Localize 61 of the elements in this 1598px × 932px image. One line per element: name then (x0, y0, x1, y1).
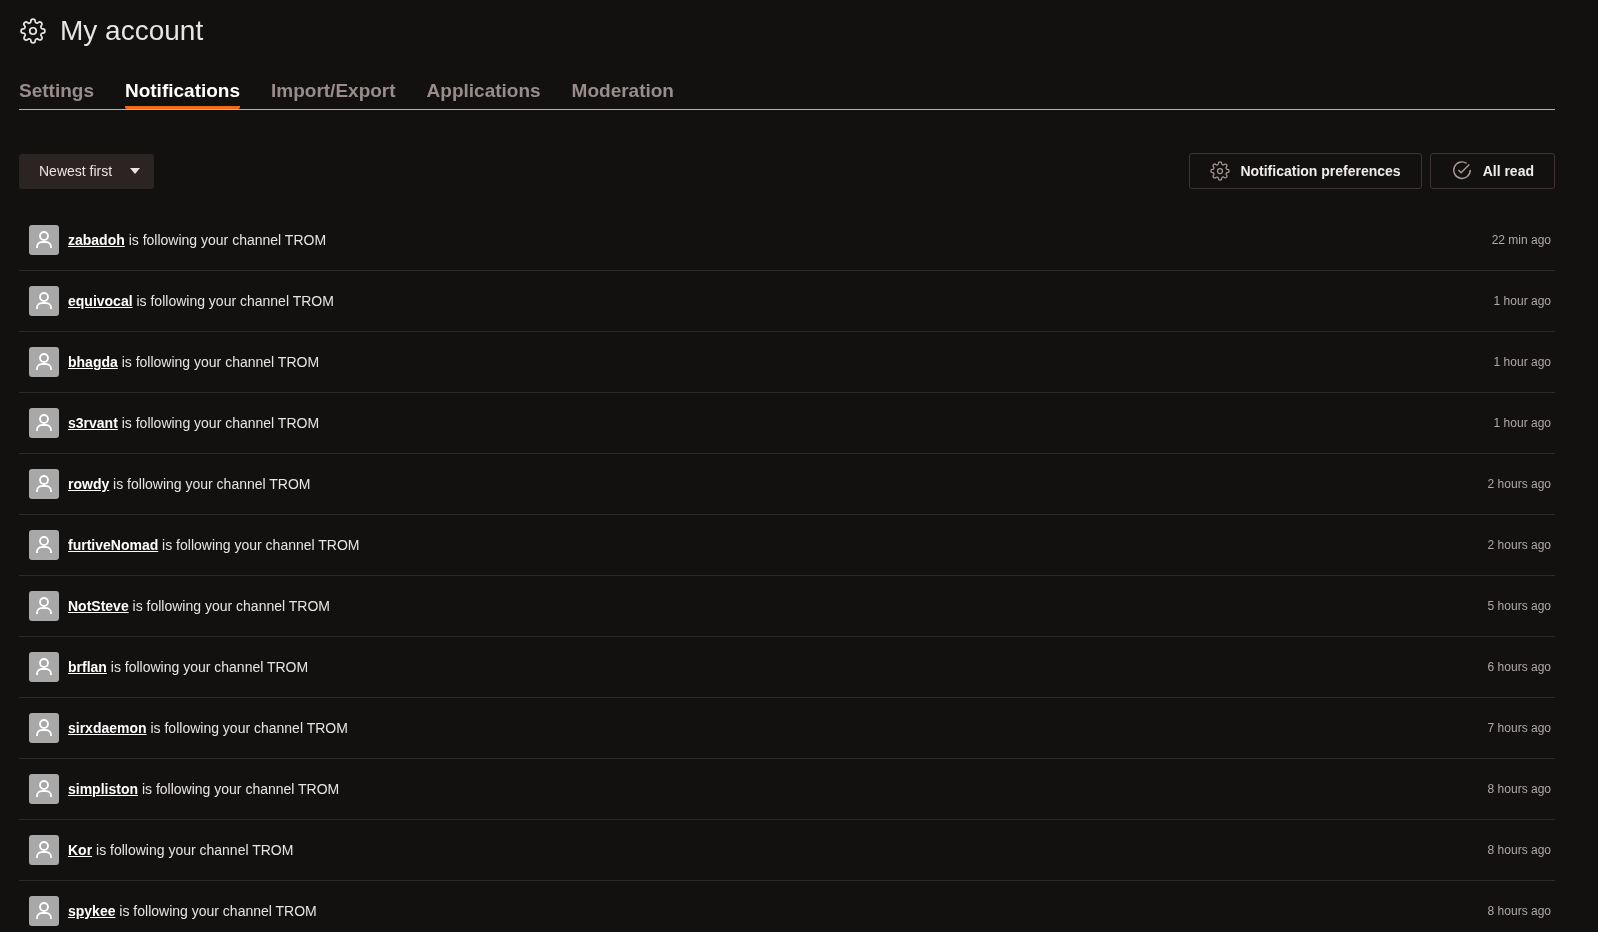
username-link[interactable]: brflan (68, 659, 107, 675)
timestamp: 8 hours ago (1487, 782, 1551, 796)
notification-text: furtiveNomad is following your channel TROM (68, 537, 361, 553)
settings-icon (20, 18, 46, 44)
notification-preferences-button[interactable]: Notification preferences (1189, 153, 1422, 189)
username-link[interactable]: s3rvant (68, 415, 118, 431)
avatar-icon (29, 469, 59, 499)
notification-text: sirxdaemon is following your channel TROM (68, 720, 349, 736)
username-link[interactable]: furtiveNomad (68, 537, 159, 553)
username-link[interactable]: spykee (68, 903, 116, 919)
username-link[interactable]: NotSteve (68, 598, 129, 614)
avatar-icon (29, 286, 59, 316)
settings-icon (1210, 161, 1231, 181)
notification-text: brflan is following your channel TROM (68, 659, 310, 675)
timestamp: 1 hour ago (1493, 416, 1551, 430)
tab[interactable]: Applications (426, 76, 541, 109)
avatar-icon (29, 530, 59, 560)
notification-text: equivocal is following your channel TROM (68, 293, 335, 309)
notification-text: rowdy is following your channel TROM (68, 476, 312, 492)
caret-icon (130, 168, 141, 174)
timestamp: 2 hours ago (1487, 477, 1551, 491)
timestamp: 6 hours ago (1487, 660, 1551, 674)
timestamp: 8 hours ago (1487, 843, 1551, 857)
avatar-icon (29, 225, 59, 255)
timestamp: 1 hour ago (1493, 294, 1551, 308)
timestamp: 8 hours ago (1487, 904, 1551, 918)
avatar-icon (29, 408, 59, 438)
notification-text: s3rvant is following your channel TROM (68, 415, 321, 431)
tab[interactable]: Import/Export (271, 76, 396, 109)
username-link[interactable]: bhagda (68, 354, 118, 370)
notification-text: spykee is following your channel TROM (68, 903, 318, 919)
avatar-icon (29, 713, 59, 743)
notification-text: zabadoh is following your channel TROM (68, 232, 328, 248)
username-link[interactable]: zabadoh (68, 232, 125, 248)
notification-text: simpliston is following your channel TROM (68, 781, 341, 797)
username-link[interactable]: Kor (68, 842, 93, 858)
username-link[interactable]: equivocal (68, 293, 133, 309)
tab[interactable]: Moderation (571, 76, 674, 109)
tab[interactable]: Notifications (124, 76, 240, 109)
notification-text: bhagda is following your channel TROM (68, 354, 321, 370)
avatar-icon (29, 652, 59, 682)
username-link[interactable]: rowdy (68, 476, 110, 492)
username-link[interactable]: simpliston (68, 781, 138, 797)
avatar-icon (29, 835, 59, 865)
notification-text: NotSteve is following your channel TROM (68, 598, 331, 614)
avatar-icon (29, 347, 59, 377)
sort-dropdown[interactable]: Newest first (19, 153, 155, 189)
timestamp: 2 hours ago (1487, 538, 1551, 552)
check-circle-icon (1450, 160, 1473, 182)
avatar-icon (29, 774, 59, 804)
timestamp: 22 min ago (1491, 233, 1551, 247)
all-read-button[interactable]: All read (1429, 153, 1555, 189)
tab[interactable]: Settings (19, 76, 94, 109)
timestamp: 5 hours ago (1487, 599, 1551, 613)
notification-text: Kor is following your channel TROM (68, 842, 295, 858)
avatar-icon (29, 591, 59, 621)
avatar-icon (29, 896, 59, 926)
username-link[interactable]: sirxdaemon (68, 720, 147, 736)
page-title: My account (60, 15, 204, 47)
timestamp: 1 hour ago (1493, 355, 1551, 369)
timestamp: 7 hours ago (1487, 721, 1551, 735)
